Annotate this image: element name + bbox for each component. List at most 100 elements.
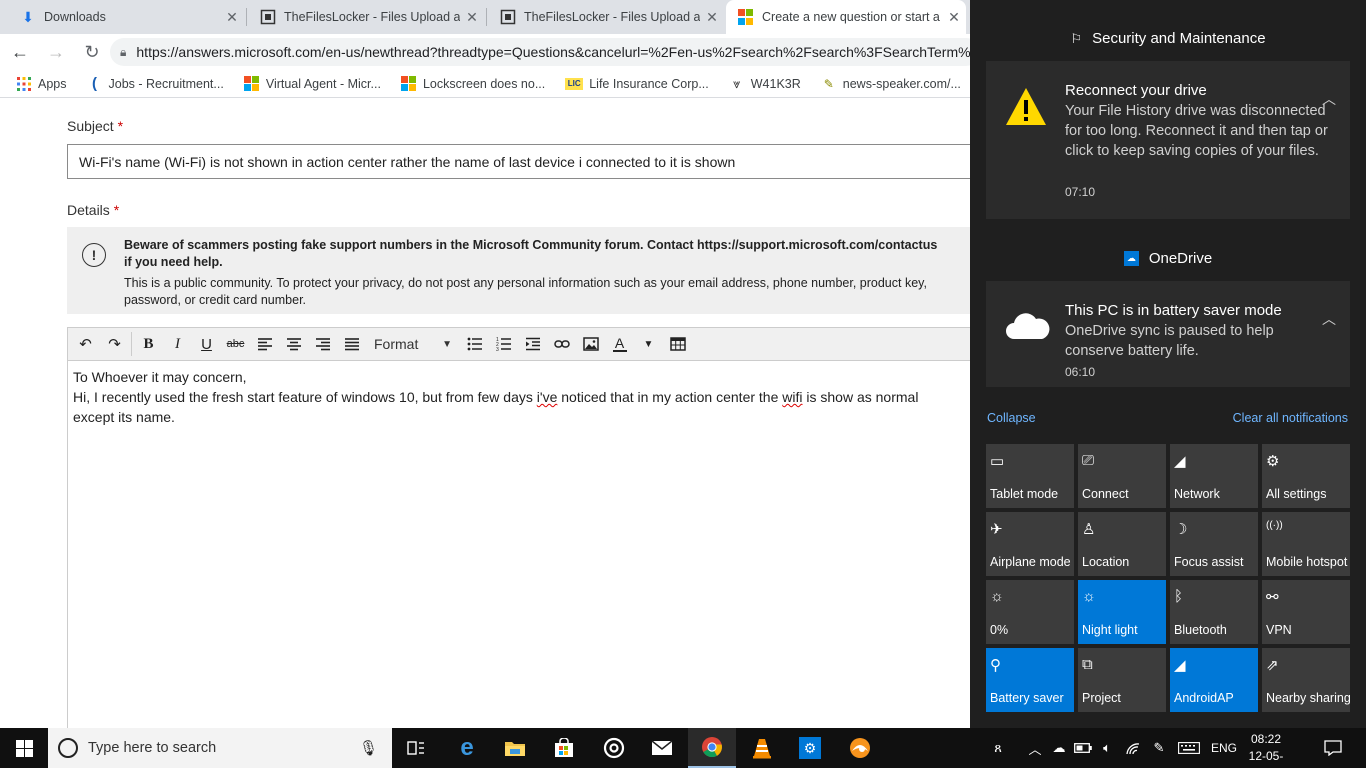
misspelled-word[interactable]: i've <box>537 389 558 405</box>
bookmark-lockscreen[interactable]: Lockscreen does no... <box>400 75 545 92</box>
notification-battery-saver[interactable]: This PC is in battery saver mode OneDriv… <box>986 281 1350 387</box>
ucbrowser-icon[interactable] <box>836 728 884 768</box>
groove-music-icon[interactable] <box>590 728 638 768</box>
keyboard-icon[interactable] <box>1176 728 1202 768</box>
format-dropdown[interactable]: Format ▼ <box>366 330 460 358</box>
underline-icon[interactable]: U <box>192 330 221 358</box>
task-view-icon[interactable] <box>392 728 440 768</box>
subject-label: Subject * <box>67 118 124 134</box>
caret-down-icon[interactable]: ▼ <box>634 330 663 358</box>
quick-action-night-light[interactable]: ☼ Night light <box>1078 580 1166 644</box>
battery-icon[interactable] <box>1072 728 1094 768</box>
quick-action-battery-saver[interactable]: ⚲ Battery saver <box>986 648 1074 712</box>
windows-start-icon[interactable] <box>0 728 48 768</box>
details-label: Details * <box>67 202 120 218</box>
wifi-tray-icon[interactable] <box>1122 728 1144 768</box>
bold-icon[interactable]: B <box>134 330 163 358</box>
close-icon[interactable]: ✕ <box>460 9 484 26</box>
notification-reconnect-drive[interactable]: Reconnect your drive Your File History d… <box>986 61 1350 219</box>
bullet-list-icon[interactable] <box>460 330 489 358</box>
tab-downloads[interactable]: ⬇ Downloads ✕ <box>8 0 244 34</box>
quick-action-tablet-mode[interactable]: ▭ Tablet mode <box>986 444 1074 508</box>
address-bar[interactable]: 🔒︎ https://answers.microsoft.com/en-us/n… <box>110 38 980 66</box>
nearby-sharing-icon: ⇗ <box>1266 657 1279 674</box>
reload-icon[interactable]: ↻ <box>76 36 108 68</box>
bookmark-virtual-agent[interactable]: Virtual Agent - Micr... <box>243 75 381 92</box>
quick-action-connect[interactable]: ⎚ Connect <box>1078 444 1166 508</box>
subject-input[interactable] <box>67 144 970 179</box>
page-content: Subject * Details * ! Beware of scammers… <box>0 99 970 728</box>
taskbar-search-box[interactable]: Type here to search 🎙︎ <box>48 728 392 768</box>
notification-title: This PC is in battery saver mode <box>1065 302 1282 319</box>
cortana-circle-icon <box>58 738 78 758</box>
pen-ink-icon[interactable]: ✎ <box>1148 728 1170 768</box>
align-left-icon[interactable] <box>250 330 279 358</box>
align-right-icon[interactable] <box>308 330 337 358</box>
brightness-icon: ☼ <box>990 588 1004 605</box>
quick-action-0[interactable]: ☼ 0% <box>986 580 1074 644</box>
forward-arrow-icon[interactable]: → <box>40 36 72 68</box>
action-center-icon[interactable] <box>1316 728 1350 768</box>
indent-icon[interactable] <box>518 330 547 358</box>
image-icon[interactable] <box>576 330 605 358</box>
clock-date: 12-05-2019 <box>1248 749 1284 768</box>
rich-text-editor[interactable]: ↶ ↷ B I U abc Format ▼ 1 2 3 A ▼ To Whoe… <box>67 327 970 728</box>
microsoft-store-icon[interactable] <box>540 728 588 768</box>
clock[interactable]: 08:22 12-05-2019 <box>1240 731 1292 768</box>
bookmark-apps[interactable]: Apps <box>16 76 67 92</box>
back-arrow-icon[interactable]: ← <box>4 36 36 68</box>
chrome-icon[interactable] <box>688 728 736 768</box>
language-indicator[interactable]: ENG <box>1208 728 1240 768</box>
text-color-icon[interactable]: A <box>605 330 634 358</box>
quick-action-all-settings[interactable]: ⚙ All settings <box>1262 444 1350 508</box>
bookmark-lic[interactable]: LIC Life Insurance Corp... <box>565 77 709 91</box>
close-icon[interactable]: ✕ <box>220 9 244 26</box>
bookmark-walker[interactable]: ⩔ W41K3R <box>729 76 801 92</box>
close-icon[interactable]: ✕ <box>700 9 724 26</box>
quick-action-location[interactable]: ♙ Location <box>1078 512 1166 576</box>
editor-body[interactable]: To Whoever it may concern, Hi, I recentl… <box>68 361 970 433</box>
tab-fileslocker-1[interactable]: TheFilesLocker - Files Upload and ✕ <box>248 0 484 34</box>
misspelled-word[interactable]: wifi <box>782 389 802 405</box>
bookmark-jobs[interactable]: ( Jobs - Recruitment... <box>87 75 224 92</box>
table-icon[interactable] <box>663 330 692 358</box>
quick-action-androidap[interactable]: ◢ AndroidAP <box>1170 648 1258 712</box>
onedrive-tray-icon[interactable]: ☁ <box>1048 728 1070 768</box>
chevron-up-icon[interactable]: ︿ <box>1322 89 1336 109</box>
people-icon[interactable]: ጸ <box>986 728 1010 768</box>
quick-action-vpn[interactable]: ⚯ VPN <box>1262 580 1350 644</box>
edge-browser-icon[interactable]: e <box>443 728 491 768</box>
mail-icon[interactable] <box>638 728 686 768</box>
undo-icon[interactable]: ↶ <box>71 330 100 358</box>
quick-action-project[interactable]: ⧉ Project <box>1078 648 1166 712</box>
location-icon: ♙ <box>1082 521 1096 538</box>
italic-icon[interactable]: I <box>163 330 192 358</box>
quick-action-mobile-hotspot[interactable]: ((·)) Mobile hotspot <box>1262 512 1350 576</box>
quick-action-focus-assist[interactable]: ☽ Focus assist <box>1170 512 1258 576</box>
close-icon[interactable]: ✕ <box>942 9 966 26</box>
settings-app-icon[interactable]: ⚙ <box>786 728 834 768</box>
microphone-icon[interactable]: 🎙︎ <box>359 739 378 757</box>
redo-icon[interactable]: ↷ <box>100 330 129 358</box>
quick-action-network[interactable]: ◢ Network <box>1170 444 1258 508</box>
bookmark-news-speaker[interactable]: ✎ news-speaker.com/... <box>821 76 961 92</box>
volume-icon[interactable]: 🔈︎ <box>1096 728 1118 768</box>
quick-action-label: Network <box>1174 487 1220 501</box>
quick-action-airplane-mode[interactable]: ✈ Airplane mode <box>986 512 1074 576</box>
clear-all-notifications-link[interactable]: Clear all notifications <box>1233 411 1348 425</box>
vlc-icon[interactable] <box>738 728 786 768</box>
file-explorer-icon[interactable] <box>491 728 539 768</box>
chevron-up-icon[interactable]: ︿ <box>1026 728 1044 768</box>
align-center-icon[interactable] <box>279 330 308 358</box>
strikethrough-icon[interactable]: abc <box>221 330 250 358</box>
collapse-link[interactable]: Collapse <box>987 411 1036 425</box>
quick-action-bluetooth[interactable]: ᛒ Bluetooth <box>1170 580 1258 644</box>
justify-icon[interactable] <box>337 330 366 358</box>
tab-fileslocker-2[interactable]: TheFilesLocker - Files Upload and ✕ <box>488 0 724 34</box>
numbered-list-icon[interactable]: 123 <box>489 330 518 358</box>
tab-create-question[interactable]: Create a new question or start a ✕ <box>726 0 966 34</box>
quick-action-nearby-sharing[interactable]: ⇗ Nearby sharing <box>1262 648 1351 712</box>
link-icon[interactable] <box>547 330 576 358</box>
chevron-up-icon[interactable]: ︿ <box>1322 309 1336 329</box>
notification-body: OneDrive sync is paused to help conserve… <box>1065 323 1274 359</box>
